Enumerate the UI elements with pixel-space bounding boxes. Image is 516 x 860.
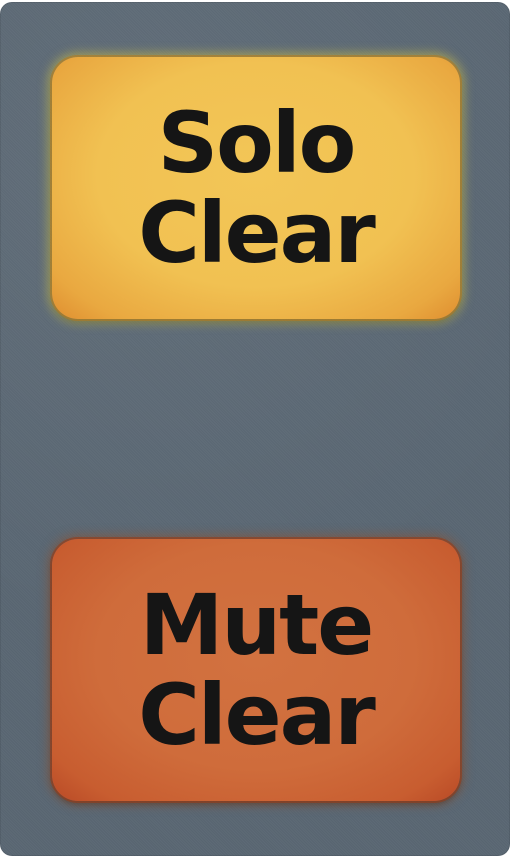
mute-clear-label-line2: Clear <box>138 666 376 764</box>
mute-clear-button[interactable]: Mute Clear <box>52 539 460 801</box>
solo-clear-label-line1: Solo <box>157 94 357 192</box>
solo-clear-label-line2: Clear <box>138 184 376 282</box>
mute-clear-label-line1: Mute <box>139 576 375 674</box>
solo-clear-button[interactable]: Solo Clear <box>52 57 460 319</box>
control-panel: Solo Clear Mute Clear <box>0 2 510 856</box>
